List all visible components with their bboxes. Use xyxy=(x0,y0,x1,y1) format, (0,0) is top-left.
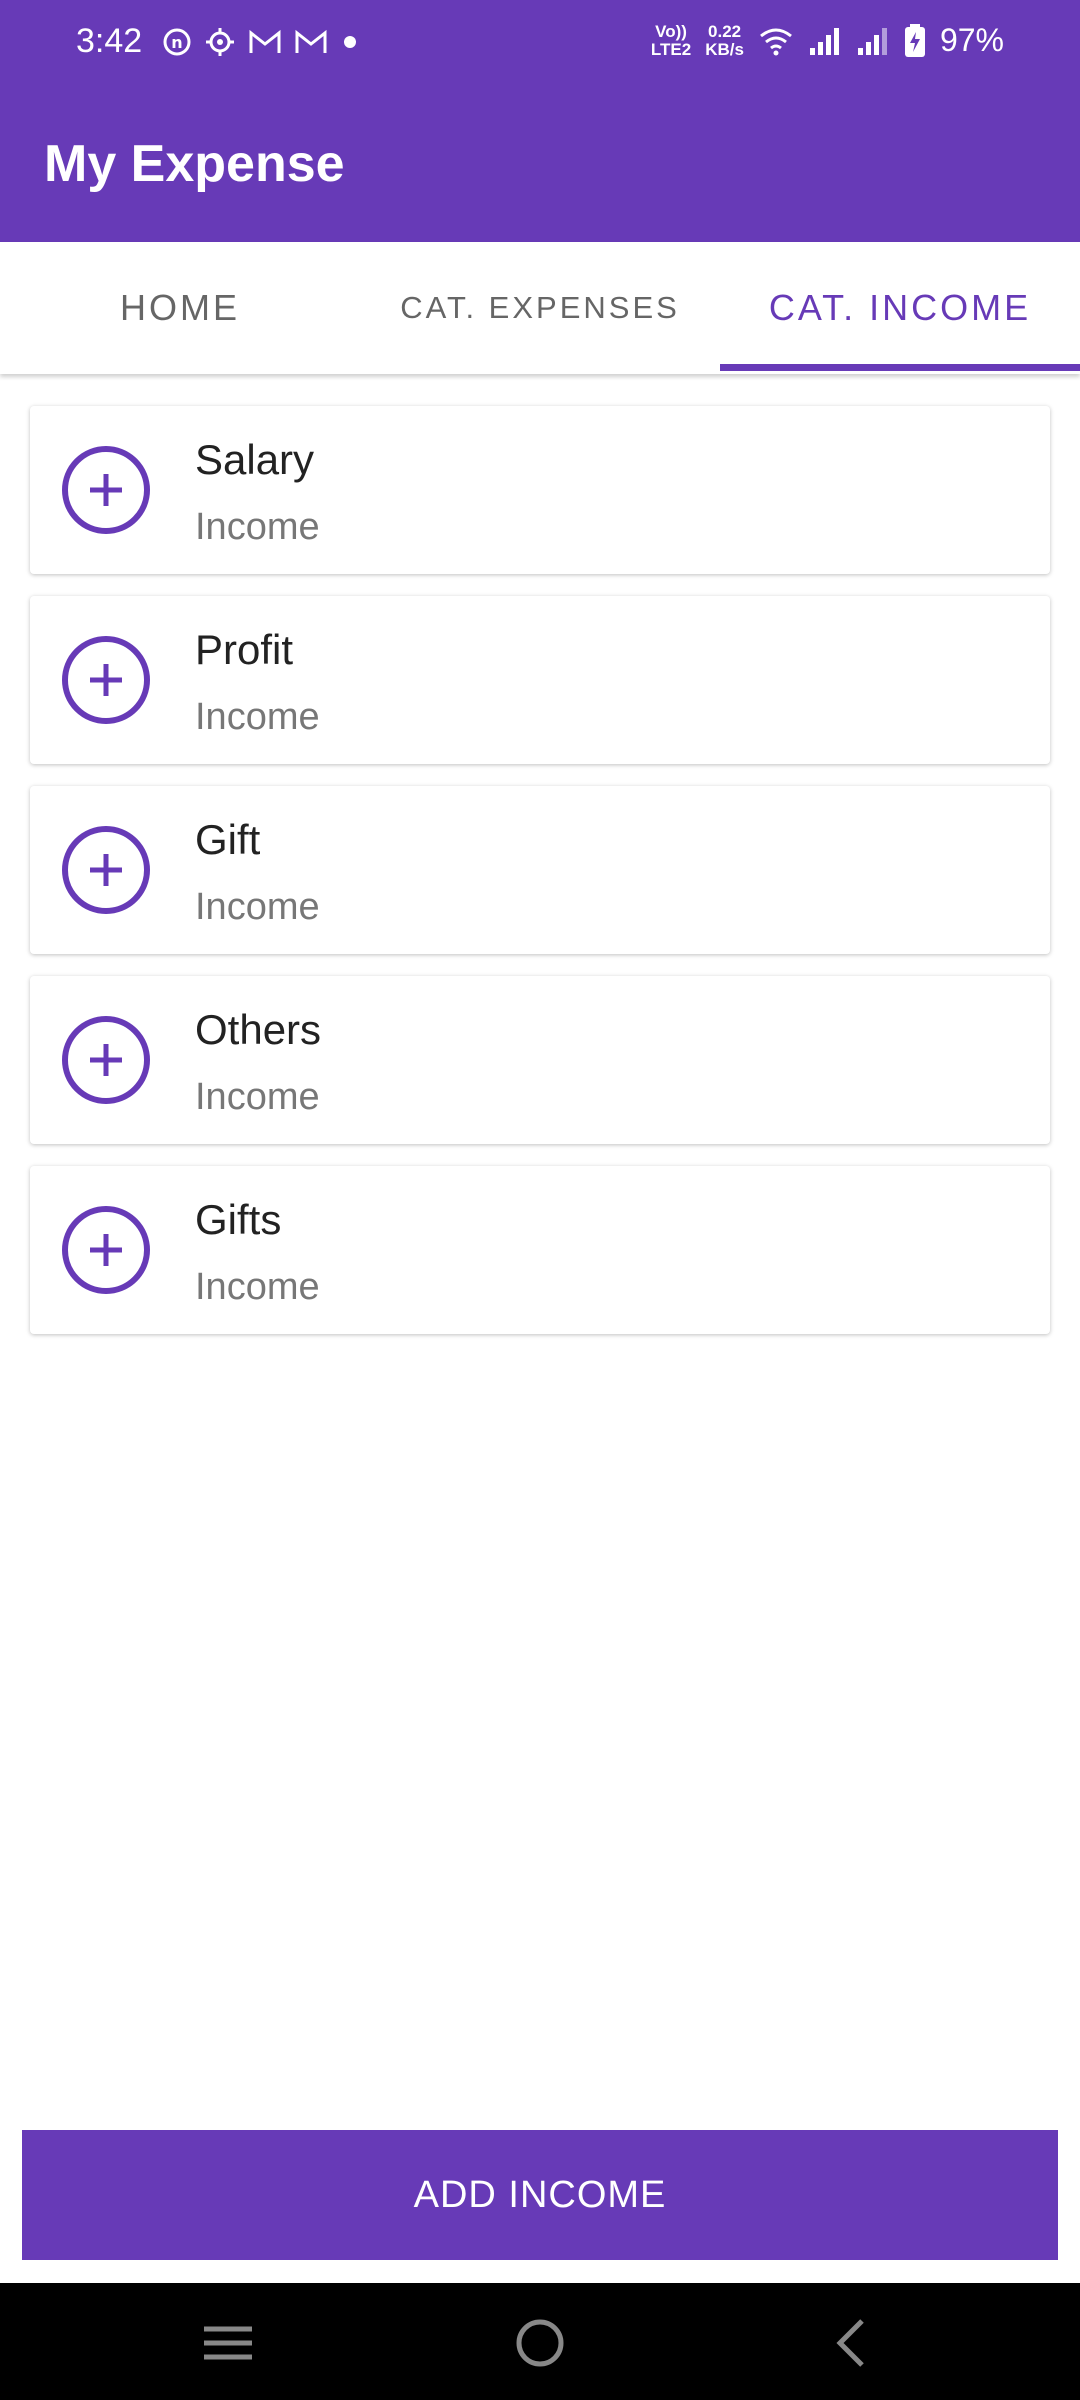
category-type: Income xyxy=(195,506,320,548)
category-type: Income xyxy=(195,1266,320,1308)
tab-cat-expenses[interactable]: CAT. EXPENSES xyxy=(360,242,720,374)
add-income-button[interactable]: ADD INCOME xyxy=(22,2130,1058,2260)
category-type: Income xyxy=(195,1076,320,1118)
settings-icon xyxy=(206,28,234,56)
wifi-icon xyxy=(760,28,792,55)
add-circle-icon xyxy=(62,446,150,534)
category-title: Gift xyxy=(195,816,261,863)
list-item[interactable]: Salary Income xyxy=(30,406,1050,574)
volte-indicator: Vo)) LTE2 xyxy=(650,21,692,59)
menu-icon[interactable] xyxy=(198,2313,258,2373)
status-bar: 3:42 n Vo)) LTE2 0.22 KB/s 97% xyxy=(0,0,1080,90)
home-icon[interactable] xyxy=(510,2313,570,2373)
battery-icon xyxy=(904,23,925,57)
list-item[interactable]: Others Income xyxy=(30,976,1050,1144)
battery-percent: 97% xyxy=(939,22,1004,58)
status-left-icons: n xyxy=(162,26,360,58)
signal-icon xyxy=(857,27,887,55)
list-item[interactable]: Gifts Income xyxy=(30,1166,1050,1334)
gmail-icon xyxy=(295,29,327,53)
add-circle-icon xyxy=(62,826,150,914)
tab-cat-income[interactable]: CAT. INCOME xyxy=(720,242,1080,374)
tab-home[interactable]: HOME xyxy=(0,242,360,374)
gmail-icon xyxy=(249,29,281,53)
add-circle-icon xyxy=(62,636,150,724)
app-bar: My Expense xyxy=(0,90,1080,242)
dot-icon xyxy=(344,36,356,48)
notification-icon: n xyxy=(163,28,191,56)
income-category-list: Salary Income Profit Income Gift Income … xyxy=(30,406,1050,1356)
back-icon[interactable] xyxy=(822,2313,882,2373)
tab-indicator xyxy=(720,364,1080,371)
category-title: Profit xyxy=(195,626,294,673)
list-item[interactable]: Gift Income xyxy=(30,786,1050,954)
status-right-icons: Vo)) LTE2 0.22 KB/s 97% xyxy=(651,22,1004,59)
tab-bar: HOME CAT. EXPENSES CAT. INCOME xyxy=(0,242,1080,374)
add-circle-icon xyxy=(62,1206,150,1294)
system-nav-bar xyxy=(0,2283,1080,2400)
category-type: Income xyxy=(195,886,320,928)
category-title: Others xyxy=(195,1006,322,1053)
page-title: My Expense xyxy=(44,135,345,193)
svg-text:n: n xyxy=(171,33,182,52)
network-speed: 0.22 KB/s xyxy=(705,21,744,59)
category-title: Salary xyxy=(195,436,315,483)
signal-icon xyxy=(809,27,839,55)
category-type: Income xyxy=(195,696,320,738)
list-item[interactable]: Profit Income xyxy=(30,596,1050,764)
status-time: 3:42 xyxy=(76,22,143,60)
category-title: Gifts xyxy=(195,1196,282,1243)
add-circle-icon xyxy=(62,1016,150,1104)
